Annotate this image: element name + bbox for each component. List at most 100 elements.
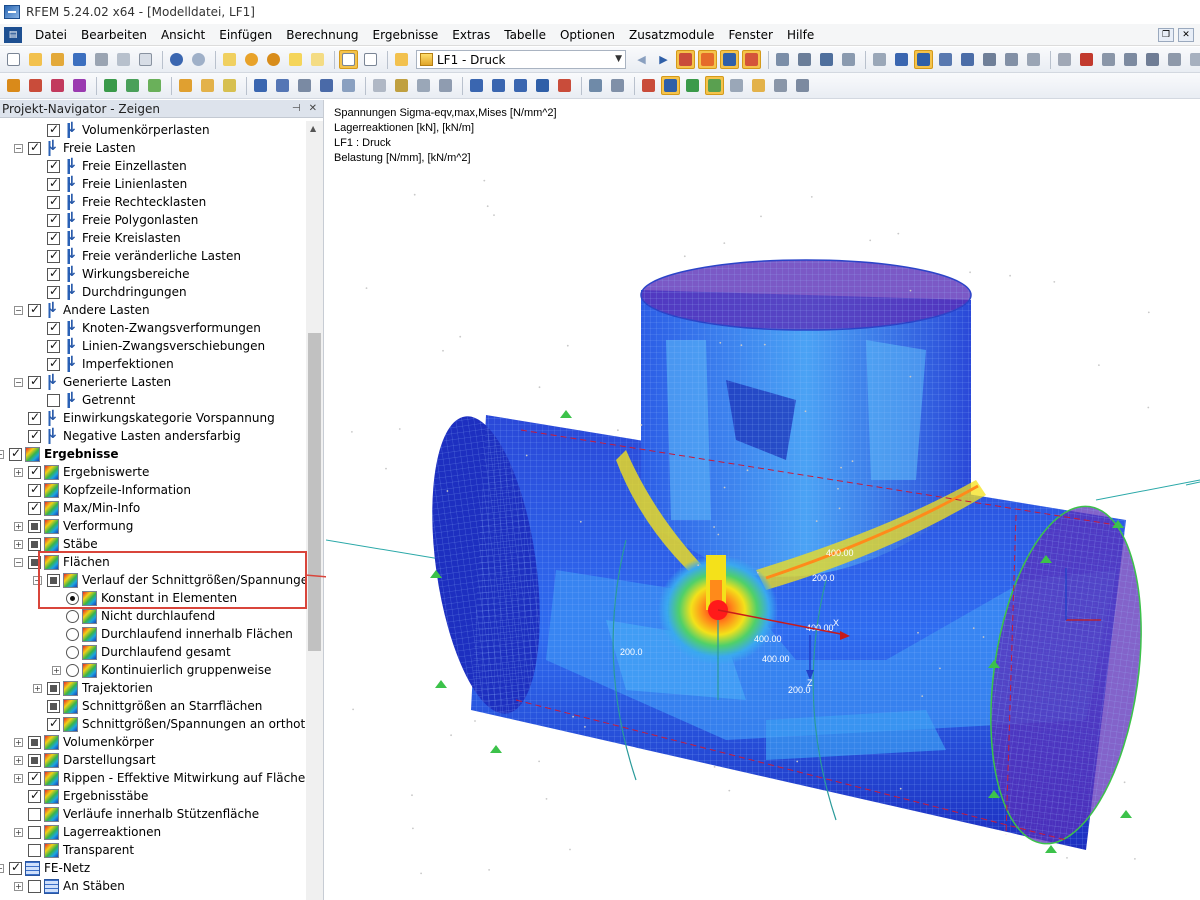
tree-item[interactable]: Durchdringungen bbox=[47, 282, 187, 301]
tree-item[interactable]: Freie Rechtecklasten bbox=[47, 192, 206, 211]
checkbox[interactable] bbox=[9, 446, 22, 461]
checkbox[interactable] bbox=[28, 302, 41, 317]
checkbox[interactable] bbox=[47, 248, 60, 263]
radio-button[interactable] bbox=[66, 663, 79, 677]
tree-item[interactable]: − Freie Lasten bbox=[14, 138, 136, 157]
expand-icon[interactable]: + bbox=[52, 665, 61, 675]
tree-item[interactable]: − Andere Lasten bbox=[14, 300, 150, 319]
calculate-all-icon[interactable] bbox=[264, 50, 283, 69]
tree-item[interactable]: + Volumenkörper bbox=[14, 733, 154, 751]
menu-hilfe[interactable]: Hilfe bbox=[780, 28, 821, 42]
result-values-icon[interactable] bbox=[698, 50, 717, 69]
tree-item[interactable]: + Trajektorien bbox=[33, 679, 153, 697]
checkbox[interactable] bbox=[47, 284, 60, 299]
restore-window-icon[interactable]: ❐ bbox=[1158, 27, 1174, 42]
deformation-view-icon[interactable] bbox=[720, 50, 739, 69]
pin-icon[interactable]: ⊣ bbox=[292, 103, 301, 114]
menu-datei[interactable]: Datei bbox=[28, 28, 74, 42]
tree-item[interactable]: − Ergebnisse bbox=[0, 445, 119, 463]
checkbox[interactable] bbox=[47, 158, 60, 173]
checkbox[interactable] bbox=[28, 374, 41, 389]
guide-lines-icon[interactable] bbox=[1143, 50, 1162, 69]
opening-tool-icon[interactable] bbox=[145, 76, 164, 95]
menu-ergebnisse[interactable]: Ergebnisse bbox=[366, 28, 446, 42]
snap-icon[interactable] bbox=[1077, 50, 1096, 69]
model-viewport[interactable]: 400.00 200.0 400.00 400.00 400.00 200.0 … bbox=[326, 100, 1200, 900]
tee-pipe-model[interactable]: 400.00 200.0 400.00 400.00 400.00 200.0 … bbox=[326, 100, 1200, 900]
menu-zusatzmodule[interactable]: Zusatzmodule bbox=[622, 28, 721, 42]
checkbox[interactable] bbox=[47, 716, 60, 731]
checkbox[interactable] bbox=[47, 681, 60, 695]
checkbox[interactable] bbox=[28, 879, 41, 893]
result-diagram-icon[interactable] bbox=[817, 50, 836, 69]
line-load-icon[interactable] bbox=[198, 76, 217, 95]
render-icon[interactable] bbox=[273, 76, 292, 95]
checkbox[interactable] bbox=[28, 500, 41, 515]
move-icon[interactable] bbox=[936, 50, 955, 69]
checkbox[interactable] bbox=[47, 338, 60, 353]
expand-icon[interactable]: + bbox=[14, 773, 23, 783]
tree-item[interactable]: Knoten-Zwangsverformungen bbox=[47, 318, 261, 337]
result-labels-icon[interactable] bbox=[742, 50, 761, 69]
solid-view-icon[interactable] bbox=[317, 76, 336, 95]
load-case-icon[interactable] bbox=[392, 50, 411, 69]
navigator-scrollbar[interactable]: ▲ bbox=[306, 121, 323, 900]
tables-toggle-icon[interactable] bbox=[339, 50, 358, 69]
menu-bearbeiten[interactable]: Bearbeiten bbox=[74, 28, 154, 42]
expand-icon[interactable]: + bbox=[14, 755, 23, 765]
mesh-icon[interactable] bbox=[870, 50, 889, 69]
tree-item[interactable]: Max/Min-Info bbox=[28, 499, 140, 517]
line-result-icon[interactable] bbox=[639, 76, 658, 95]
scroll-up-icon[interactable]: ▲ bbox=[310, 124, 316, 133]
tree-item[interactable]: − FE-Netz bbox=[0, 859, 90, 877]
checkbox[interactable] bbox=[28, 428, 41, 443]
previous-load-case-icon[interactable]: ◀ bbox=[632, 50, 651, 69]
tree-item[interactable]: Durchlaufend innerhalb Flächen bbox=[66, 625, 293, 643]
collapse-icon[interactable]: − bbox=[14, 377, 23, 387]
expand-icon[interactable]: + bbox=[14, 737, 23, 747]
sections-icon[interactable] bbox=[608, 76, 627, 95]
tree-item[interactable]: Schnittgrößen/Spannungen an orthotro bbox=[47, 715, 305, 733]
result-style-icon[interactable] bbox=[705, 76, 724, 95]
tree-item[interactable]: + Darstellungsart bbox=[14, 751, 156, 769]
perspective-icon[interactable] bbox=[555, 76, 574, 95]
checkbox[interactable] bbox=[47, 212, 60, 227]
expand-icon[interactable]: + bbox=[14, 521, 23, 531]
select-icon[interactable] bbox=[370, 76, 389, 95]
ruler-icon[interactable] bbox=[771, 76, 790, 95]
collapse-icon[interactable]: − bbox=[14, 305, 23, 315]
view-y-icon[interactable] bbox=[489, 76, 508, 95]
nodes-icon[interactable] bbox=[892, 50, 911, 69]
tree-item[interactable]: Freie Einzellasten bbox=[47, 156, 187, 175]
tree-item[interactable]: + Verformung bbox=[14, 517, 133, 535]
collapse-icon[interactable]: − bbox=[0, 449, 4, 459]
animation-icon[interactable] bbox=[773, 50, 792, 69]
rotate-icon[interactable] bbox=[958, 50, 977, 69]
checkbox[interactable] bbox=[28, 519, 41, 533]
new-file-icon[interactable] bbox=[4, 50, 23, 69]
surface-load-icon[interactable] bbox=[220, 76, 239, 95]
menu-extras[interactable]: Extras bbox=[445, 28, 497, 42]
menu-fenster[interactable]: Fenster bbox=[721, 28, 780, 42]
checkbox[interactable] bbox=[47, 393, 60, 407]
checkbox[interactable] bbox=[28, 140, 41, 155]
tree-item[interactable]: Getrennt bbox=[47, 390, 135, 409]
checkbox[interactable] bbox=[28, 825, 41, 839]
tree-item[interactable]: Transparent bbox=[28, 841, 134, 859]
copy-objects-icon[interactable] bbox=[392, 76, 411, 95]
checkbox[interactable] bbox=[28, 843, 41, 857]
checkbox[interactable] bbox=[28, 788, 41, 803]
trajectories-icon[interactable] bbox=[727, 76, 746, 95]
document-menu-icon[interactable]: ▤ bbox=[4, 26, 22, 43]
load-case-select[interactable]: LF1 - Druck ▼ bbox=[416, 50, 626, 69]
radio-button[interactable] bbox=[66, 645, 79, 659]
radio-button[interactable] bbox=[66, 627, 79, 641]
checkbox[interactable] bbox=[47, 699, 60, 713]
results-icon[interactable] bbox=[286, 50, 305, 69]
checkbox[interactable] bbox=[47, 122, 60, 137]
checkbox[interactable] bbox=[28, 537, 41, 551]
tree-item[interactable]: Kopfzeile-Information bbox=[28, 481, 191, 499]
solid-tool-icon[interactable] bbox=[123, 76, 142, 95]
mirror-icon[interactable] bbox=[414, 76, 433, 95]
model-data-icon[interactable] bbox=[220, 50, 239, 69]
